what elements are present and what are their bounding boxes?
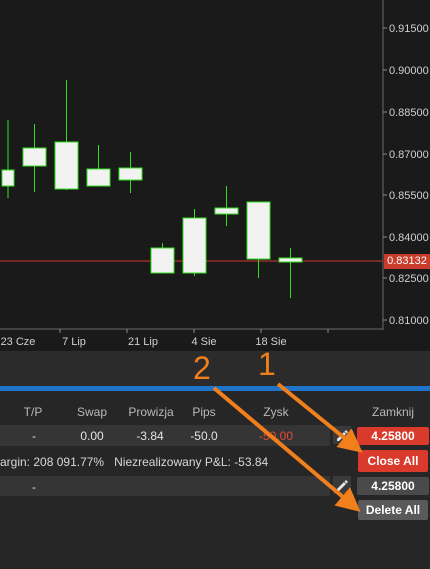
arrow-one bbox=[276, 382, 363, 453]
annotation-number-one: 1 bbox=[258, 346, 276, 382]
annotation-number-two: 2 bbox=[193, 350, 211, 386]
arrow-two bbox=[212, 386, 361, 512]
annotation-arrows bbox=[212, 382, 363, 512]
